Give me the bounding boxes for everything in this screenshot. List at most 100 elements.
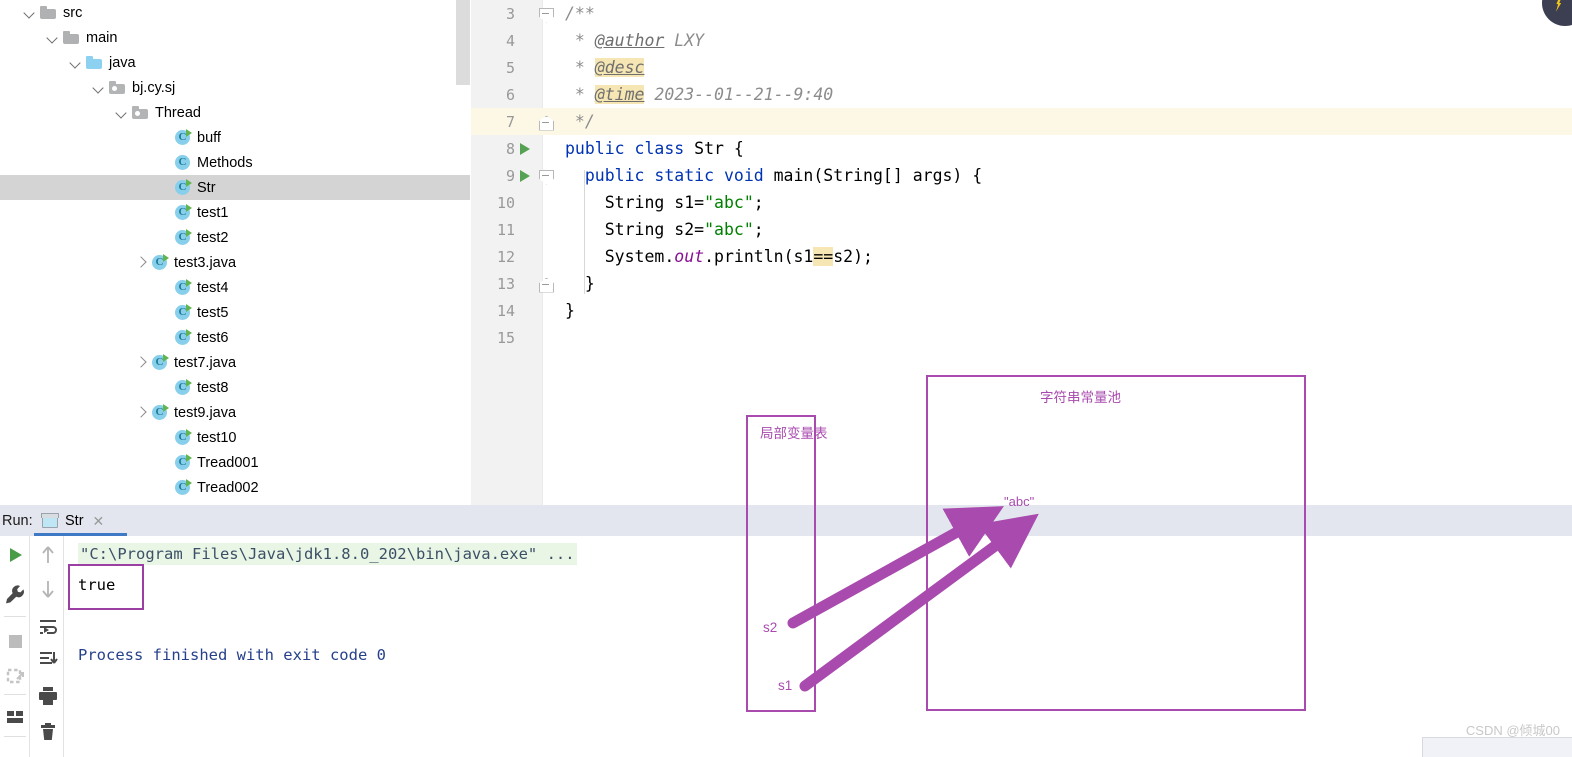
code-line-7[interactable]: 7 */ bbox=[471, 108, 1572, 135]
tree-item-bj-cy-sj[interactable]: bj.cy.sj bbox=[0, 75, 471, 100]
code-line-8[interactable]: 8 public class Str { bbox=[471, 135, 1572, 162]
project-tree-panel[interactable]: src main java bj.cy.sj Thread Cbuff C Methods C S… bbox=[0, 0, 471, 505]
tree-item-label: test4 bbox=[197, 279, 229, 296]
tree-item-test4[interactable]: Ctest4 bbox=[0, 275, 471, 300]
tree-item-test3-java[interactable]: Ctest3.java bbox=[0, 250, 471, 275]
code-line-13[interactable]: 13 } bbox=[471, 270, 1572, 297]
folder-icon bbox=[63, 30, 80, 46]
run-tab-label: Str bbox=[65, 512, 84, 529]
tree-item-test8[interactable]: Ctest8 bbox=[0, 375, 471, 400]
stop-button[interactable] bbox=[0, 626, 30, 656]
java-class-icon: C bbox=[174, 204, 192, 221]
chevron-down-icon[interactable] bbox=[47, 31, 60, 44]
console-output[interactable]: "C:\Program Files\Java\jdk1.8.0_202\bin\… bbox=[64, 536, 1572, 757]
chevron-down-icon[interactable] bbox=[116, 106, 129, 119]
code-line-15[interactable]: 15 bbox=[471, 324, 1572, 351]
java-class-icon: C bbox=[174, 154, 191, 171]
tree-item-label: main bbox=[86, 29, 118, 46]
code-line-14[interactable]: 14} bbox=[471, 297, 1572, 324]
clear-all-button[interactable] bbox=[33, 716, 63, 746]
tree-item-main[interactable]: main bbox=[0, 25, 471, 50]
stop-all-button[interactable] bbox=[0, 661, 30, 691]
run-badge-icon bbox=[186, 229, 192, 237]
line-number: 8 bbox=[505, 139, 515, 158]
tree-item-java[interactable]: java bbox=[0, 50, 471, 75]
close-icon[interactable]: ✕ bbox=[93, 514, 105, 528]
tree-item-test2[interactable]: Ctest2 bbox=[0, 225, 471, 250]
code-line-9[interactable]: 9 public static void main(String[] args)… bbox=[471, 162, 1572, 189]
print-button[interactable] bbox=[33, 680, 63, 710]
tree-item-Str[interactable]: C Str bbox=[0, 175, 471, 200]
tree-item-label: test3.java bbox=[174, 254, 237, 271]
ide-window: src main java bj.cy.sj Thread Cbuff C Methods C S… bbox=[0, 0, 1572, 757]
chevron-right-icon[interactable] bbox=[135, 406, 148, 419]
run-toolbar-primary[interactable] bbox=[0, 536, 30, 757]
tree-item-test1[interactable]: Ctest1 bbox=[0, 200, 471, 225]
tree-item-label: test10 bbox=[197, 429, 237, 446]
run-panel-label: Run: bbox=[2, 513, 33, 529]
run-tab-str[interactable]: Str ✕ bbox=[34, 505, 112, 536]
tree-item-test10[interactable]: Ctest10 bbox=[0, 425, 471, 450]
tree-item-test6[interactable]: Ctest6 bbox=[0, 325, 471, 350]
tree-item-label: test9.java bbox=[174, 404, 237, 421]
chevron-down-icon[interactable] bbox=[70, 56, 83, 69]
code-text: * @time 2023--01--21--9:40 bbox=[565, 85, 834, 104]
code-text: * @desc bbox=[565, 58, 645, 77]
code-line-3[interactable]: 3 /** bbox=[471, 0, 1572, 27]
java-class-icon: C bbox=[174, 429, 192, 446]
tree-item-Thread[interactable]: Thread bbox=[0, 100, 471, 125]
code-text: /** bbox=[565, 4, 595, 23]
trash-icon bbox=[41, 723, 55, 740]
watermark-text: CSDN @倾城00 bbox=[1465, 723, 1560, 738]
java-class-icon: C bbox=[174, 329, 192, 346]
tree-item-label: test2 bbox=[197, 229, 229, 246]
run-badge-icon bbox=[163, 404, 169, 412]
tree-item-label: java bbox=[109, 54, 136, 71]
tree-item-buff[interactable]: Cbuff bbox=[0, 125, 471, 150]
rerun-button[interactable] bbox=[0, 540, 30, 570]
run-badge-icon bbox=[186, 379, 192, 387]
project-tree-scrollbar[interactable] bbox=[456, 0, 470, 85]
layout-button[interactable] bbox=[0, 701, 30, 731]
line-number: 7 bbox=[505, 112, 515, 131]
tree-item-Tread001[interactable]: C Tread001 bbox=[0, 450, 471, 475]
code-line-5[interactable]: 5 * @desc bbox=[471, 54, 1572, 81]
down-button[interactable] bbox=[33, 574, 63, 604]
tree-item-src[interactable]: src bbox=[0, 0, 471, 25]
code-line-10[interactable]: 10 String s1="abc"; bbox=[471, 189, 1572, 216]
tree-item-test5[interactable]: Ctest5 bbox=[0, 300, 471, 325]
folder-icon bbox=[40, 5, 57, 21]
more-button[interactable] bbox=[0, 744, 30, 757]
line-number: 10 bbox=[496, 193, 515, 212]
tree-item-test7-java[interactable]: Ctest7.java bbox=[0, 350, 471, 375]
java-class-icon: C bbox=[151, 404, 169, 421]
java-class-icon: C bbox=[151, 354, 169, 371]
printer-icon bbox=[39, 687, 57, 705]
java-class-icon: C bbox=[174, 304, 192, 321]
tree-item-test9-java[interactable]: Ctest9.java bbox=[0, 400, 471, 425]
tree-item-Tread002[interactable]: C Tread002 bbox=[0, 475, 471, 500]
code-text: } bbox=[565, 274, 595, 293]
soft-wrap-button[interactable] bbox=[33, 610, 63, 640]
chevron-right-icon[interactable] bbox=[135, 256, 148, 269]
scroll-end-button[interactable] bbox=[33, 644, 63, 674]
code-text: String s1="abc"; bbox=[565, 193, 764, 212]
code-line-4[interactable]: 4 * @author LXY bbox=[471, 27, 1572, 54]
tree-item-label: test5 bbox=[197, 304, 229, 321]
tree-item-Methods[interactable]: C Methods bbox=[0, 150, 471, 175]
chevron-down-icon[interactable] bbox=[93, 81, 106, 94]
code-line-12[interactable]: 12 System.out.println(s1==s2); bbox=[471, 243, 1572, 270]
settings-button[interactable] bbox=[0, 580, 30, 610]
run-toolbar-secondary[interactable] bbox=[31, 536, 64, 757]
code-editor[interactable]: 3/** 4 * @author LXY 5 * @desc 6 * @time 20… bbox=[471, 0, 1572, 505]
chevron-down-icon[interactable] bbox=[24, 6, 37, 19]
chevron-right-icon[interactable] bbox=[135, 356, 148, 369]
wrench-icon bbox=[6, 585, 24, 604]
code-line-6[interactable]: 6 * @time 2023--01--21--9:40 bbox=[471, 81, 1572, 108]
up-button[interactable] bbox=[33, 540, 63, 570]
code-line-11[interactable]: 11 String s2="abc"; bbox=[471, 216, 1572, 243]
toolbar-separator bbox=[4, 736, 26, 737]
toolbar-separator bbox=[4, 616, 26, 617]
